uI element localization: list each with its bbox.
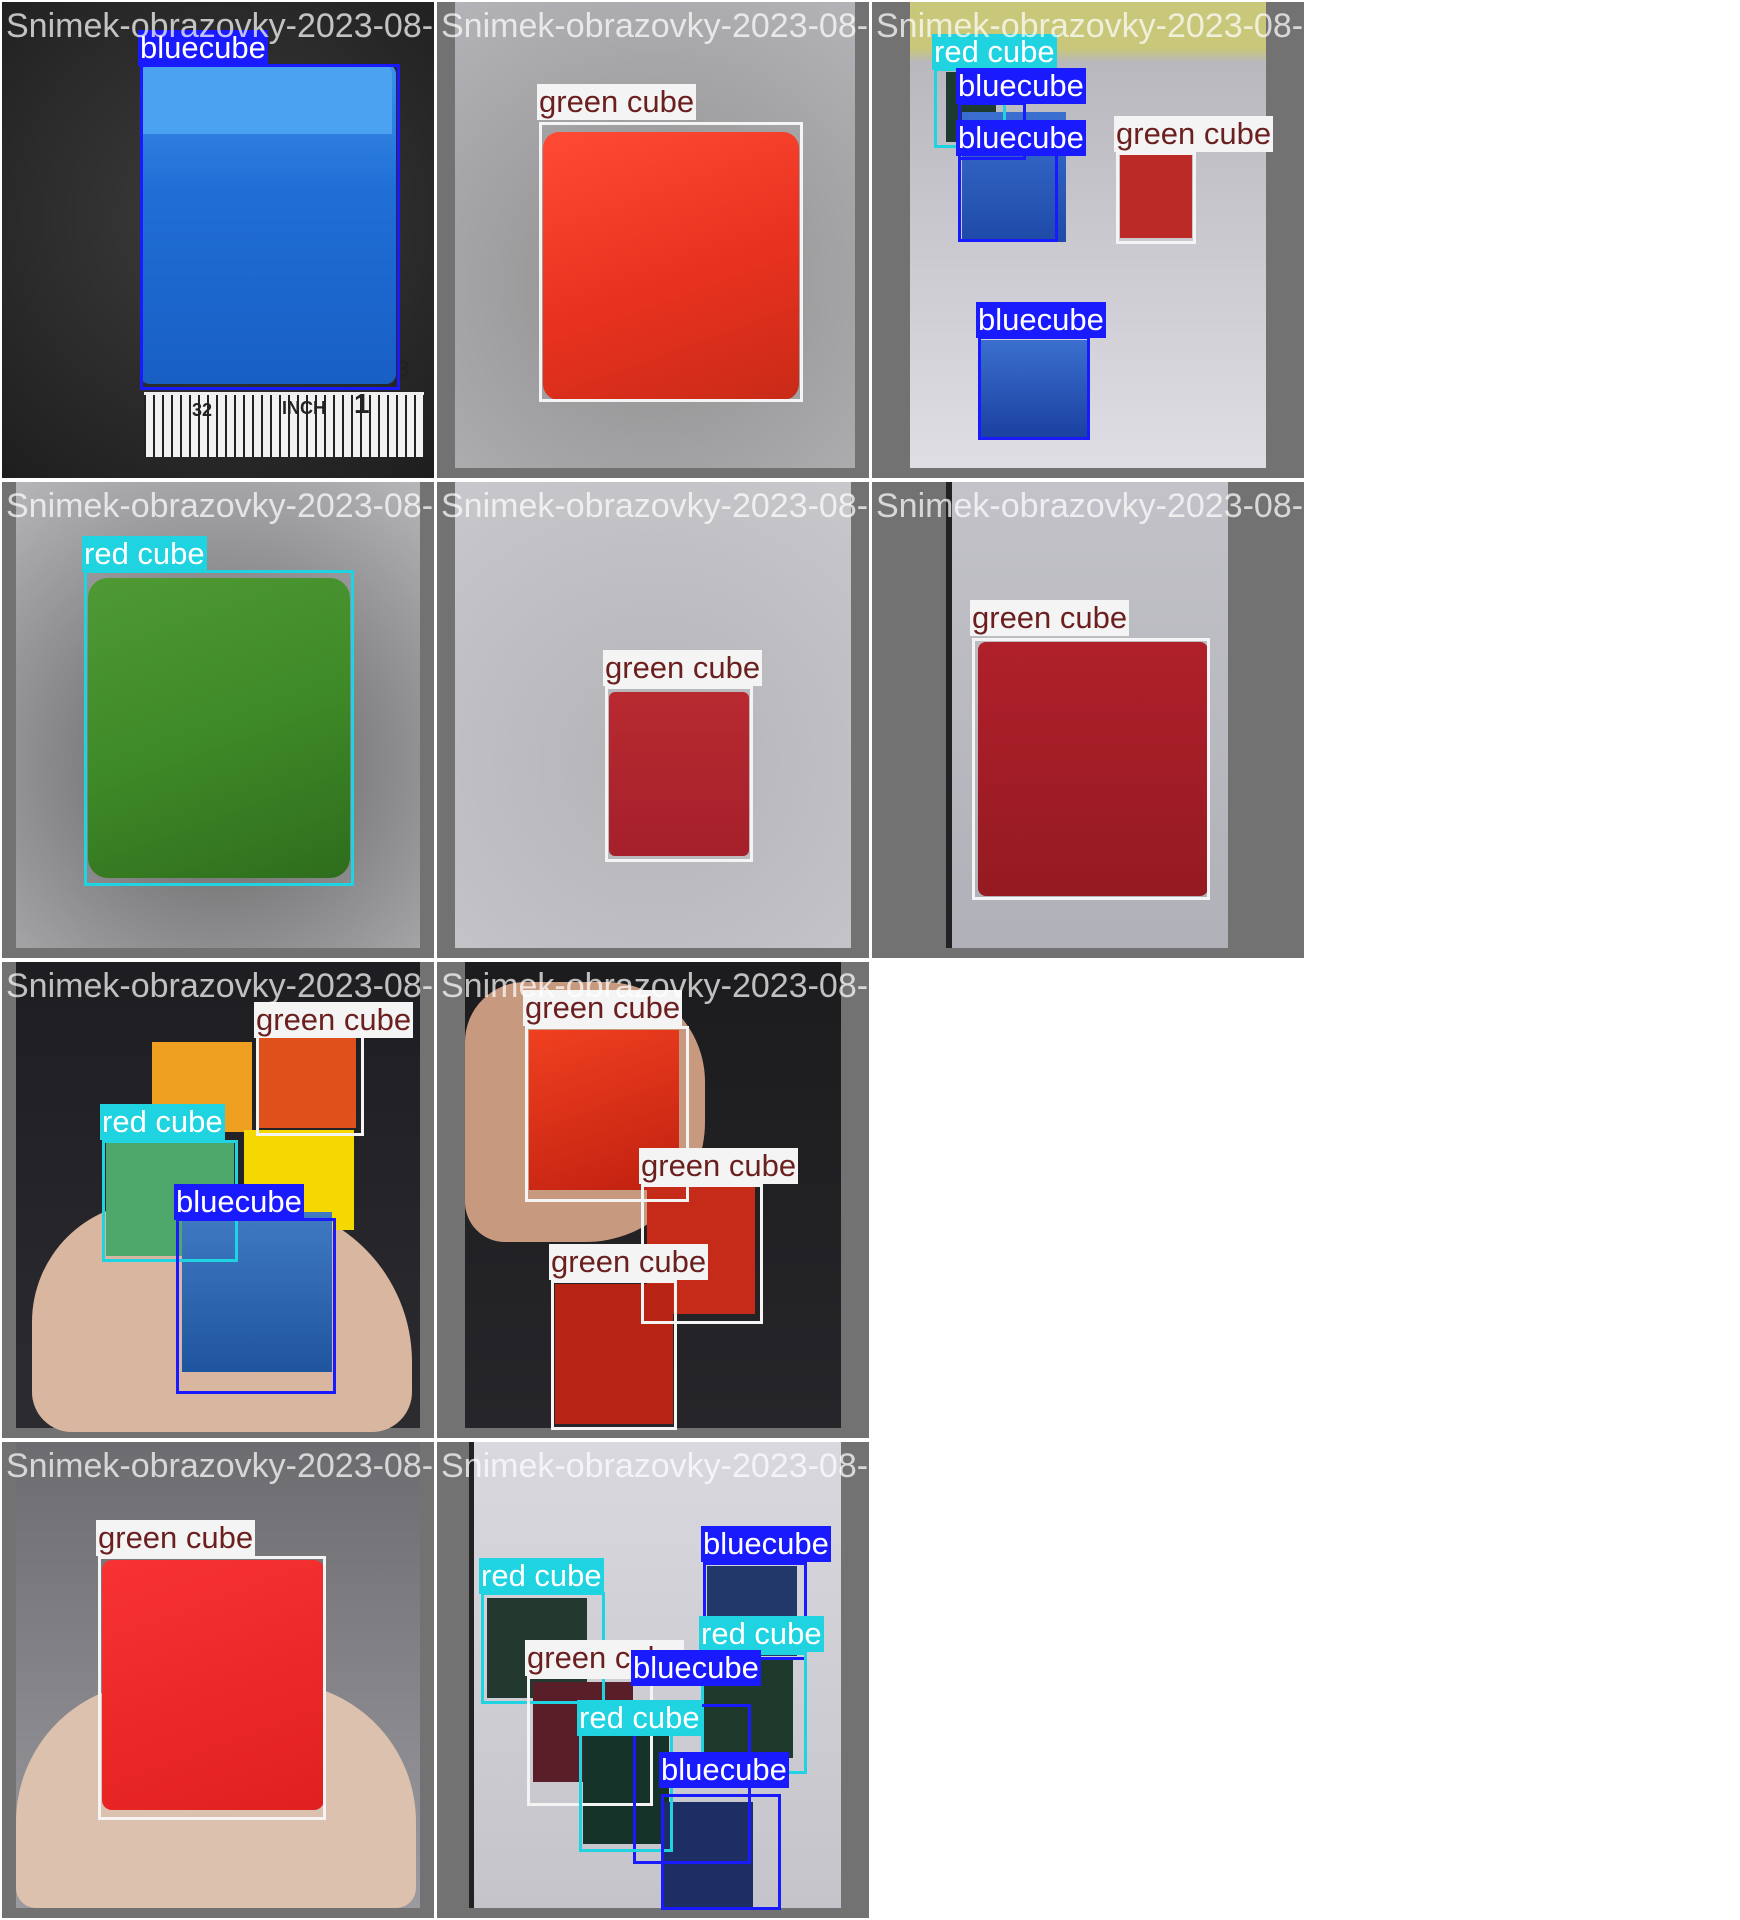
ruler-label-inch: INCH xyxy=(282,398,326,418)
mosaic-tile-3: red cube bluecube bluecube green cube bl… xyxy=(872,2,1304,478)
tile-title: Snimek-obrazovky-2023-08-16-213930_png.r xyxy=(441,487,869,525)
mosaic-tile-1: 32 INCH 1 3 bluecube Snimek-obrazovky-20… xyxy=(2,2,434,478)
tile-title: Snimek-obrazovky-2023-08-16-213622_png.r xyxy=(876,7,1304,45)
tile-title: Snimek-obrazovky-2023-08-16-213452_png.r xyxy=(441,1447,869,1485)
bbox-green-cube xyxy=(605,686,753,862)
bbox-label-green-cube: green cube xyxy=(549,1244,709,1280)
tile-title: Snimek-obrazovky-2023-08-18-132800_png.r xyxy=(6,967,434,1005)
bbox-label-bluecube: bluecube xyxy=(956,68,1086,104)
stick-photo xyxy=(946,482,952,948)
mosaic-tile-9: green cube Snimek-obrazovky-2023-08-18-1… xyxy=(2,1442,434,1918)
tile-title: Snimek-obrazovky-2023-08-18-133219_png.r xyxy=(6,7,434,45)
tile-title: Snimek-obrazovky-2023-08-18-132045_png.r xyxy=(441,7,869,45)
bbox-label-green-cube: green cube xyxy=(537,84,697,120)
bbox-bluecube xyxy=(958,152,1058,242)
bbox-green-cube xyxy=(551,1280,677,1430)
bbox-green-cube xyxy=(98,1556,326,1820)
bbox-label-green-cube: green cube xyxy=(1114,116,1274,152)
bbox-label-green-cube: green cube xyxy=(254,1002,414,1038)
stick-photo xyxy=(469,1442,474,1908)
mosaic-tile-10: bluecube red cube red cube green cube bl… xyxy=(437,1442,869,1918)
bbox-label-red-cube: red cube xyxy=(100,1104,225,1140)
tile-title: Snimek-obrazovky-2023-08-18-133705_png.r xyxy=(441,967,869,1005)
bbox-green-cube xyxy=(1116,152,1196,244)
mosaic-tile-2: green cube Snimek-obrazovky-2023-08-18-1… xyxy=(437,2,869,478)
bbox-label-red-cube: red cube xyxy=(699,1616,824,1652)
bbox-green-cube xyxy=(256,1022,364,1136)
bbox-red-cube xyxy=(84,570,354,886)
tile-title: Snimek-obrazovky-2023-08-18-132250_png.r xyxy=(6,487,434,525)
bbox-label-bluecube: bluecube xyxy=(631,1650,761,1686)
bbox-label-red-cube: red cube xyxy=(82,536,207,572)
bbox-bluecube xyxy=(661,1794,781,1910)
bbox-label-bluecube: bluecube xyxy=(659,1752,789,1788)
bbox-bluecube xyxy=(176,1218,336,1394)
bbox-label-red-cube: red cube xyxy=(577,1700,702,1736)
bbox-bluecube xyxy=(978,336,1090,440)
bbox-label-bluecube: bluecube xyxy=(174,1184,304,1220)
bbox-label-bluecube: bluecube xyxy=(701,1526,831,1562)
bbox-label-green-cube: green cube xyxy=(970,600,1130,636)
bbox-red-cube xyxy=(579,1728,673,1852)
bbox-label-green-cube: green cube xyxy=(639,1148,799,1184)
bbox-label-green-cube: green cube xyxy=(96,1520,256,1556)
bbox-label-bluecube: bluecube xyxy=(956,120,1086,156)
mosaic-tile-8: green cube green cube green cube Snimek-… xyxy=(437,962,869,1438)
mosaic-tile-7: green cube red cube bluecube Snimek-obra… xyxy=(2,962,434,1438)
mosaic-tile-4: red cube Snimek-obrazovky-2023-08-18-132… xyxy=(2,482,434,958)
mosaic-tile-5: green cube Snimek-obrazovky-2023-08-16-2… xyxy=(437,482,869,958)
ruler-label-32: 32 xyxy=(192,400,213,420)
bbox-bluecube xyxy=(140,64,400,390)
tile-title: Snimek-obrazovky-2023-08-16-213841_png.r xyxy=(876,487,1304,525)
bbox-label-green-cube: green cube xyxy=(603,650,763,686)
bbox-green-cube xyxy=(539,122,803,402)
mosaic-tile-6: green cube Snimek-obrazovky-2023-08-16-2… xyxy=(872,482,1304,958)
ruler-label-1: 1 xyxy=(354,388,370,419)
tile-title: Snimek-obrazovky-2023-08-18-133247_png.r xyxy=(6,1447,434,1485)
bbox-green-cube xyxy=(972,638,1210,900)
bbox-label-red-cube: red cube xyxy=(479,1558,604,1594)
bbox-label-bluecube: bluecube xyxy=(976,302,1106,338)
